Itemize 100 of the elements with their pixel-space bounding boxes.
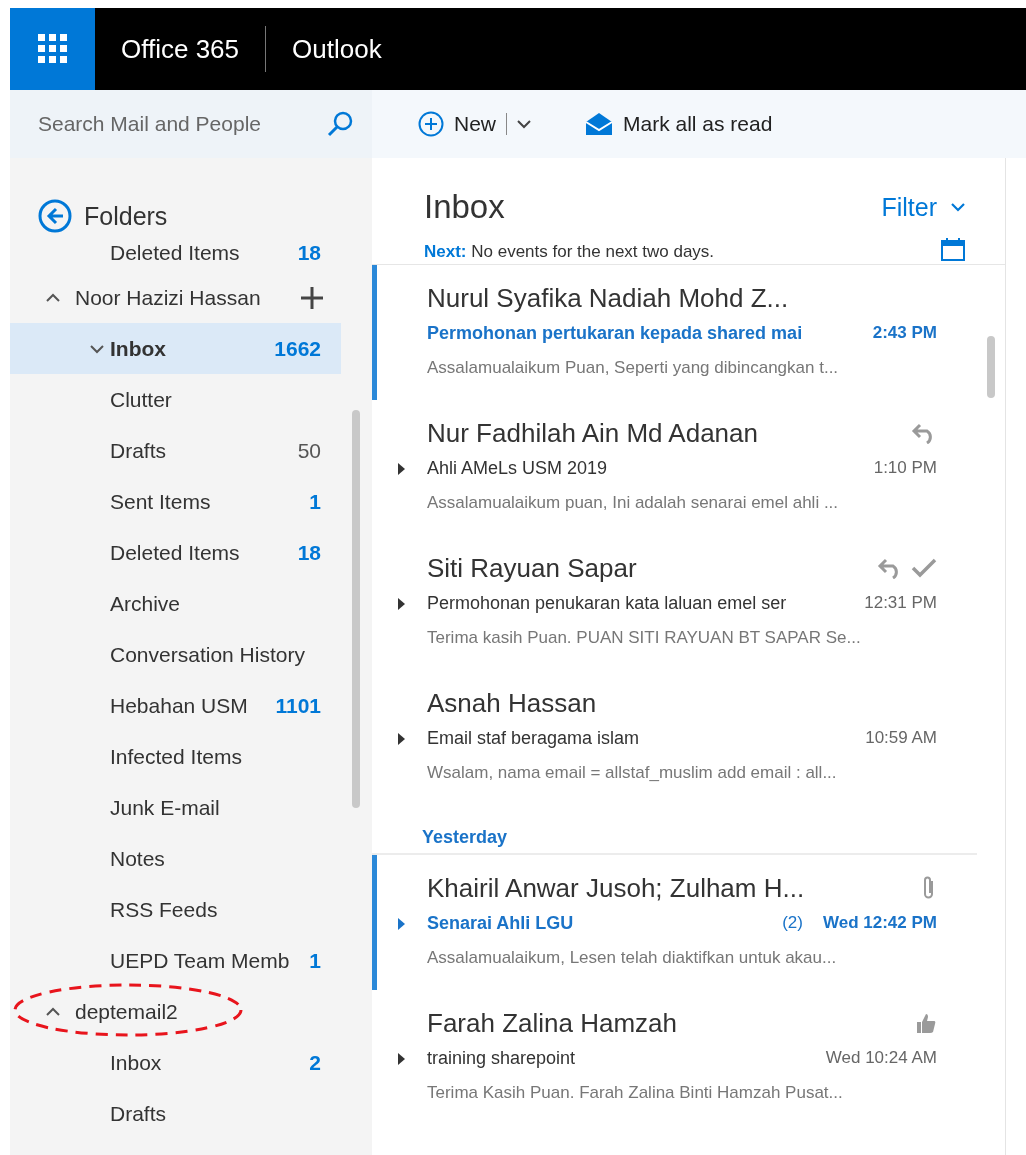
- mark-all-read-button[interactable]: Mark all as read: [585, 112, 773, 136]
- folder-name: Inbox: [110, 1050, 162, 1075]
- folder-name: Archive: [110, 591, 181, 616]
- folder-name: Hebahan USM: [110, 693, 248, 718]
- scrollbar-thumb[interactable]: [352, 410, 360, 808]
- folder-item[interactable]: Sent Items 1: [10, 476, 341, 527]
- unread-count: 18: [297, 540, 321, 565]
- account-header[interactable]: deptemail2: [10, 986, 341, 1037]
- filter-button[interactable]: Filter: [881, 192, 965, 222]
- message-time: 1:10 PM: [873, 458, 937, 478]
- message-time: Wed 12:42 PM: [823, 913, 937, 933]
- unread-count: 50: [297, 438, 321, 463]
- folder-item[interactable]: Drafts 50: [10, 425, 341, 476]
- folder-name: UEPD Team Memb: [110, 948, 290, 973]
- folder-item[interactable]: Notes: [10, 833, 341, 884]
- message-subject: Senarai Ahli LGU: [427, 912, 574, 934]
- folder-name: Sent Items: [110, 489, 211, 514]
- folder-item[interactable]: Archive: [10, 578, 341, 629]
- message-time: Wed 10:24 AM: [825, 1048, 937, 1068]
- expand-triangle-icon[interactable]: [397, 732, 406, 746]
- folder-name: Clutter: [110, 387, 172, 412]
- folder-item[interactable]: Hebahan USM 1101: [10, 680, 341, 731]
- chevron-up-icon: [46, 292, 60, 303]
- search-input[interactable]: Search Mail and People: [36, 111, 320, 137]
- folder-name: Drafts: [110, 1101, 166, 1126]
- unread-count: 1662: [274, 336, 321, 361]
- folder-name: Deleted Items: [110, 540, 240, 565]
- sender-name: Farah Zalina Hamzah: [427, 1007, 677, 1039]
- sender-name: Asnah Hassan: [427, 687, 597, 719]
- folder-item[interactable]: Clutter: [10, 374, 341, 425]
- message-subject: Permohonan penukaran kata laluan emel ser: [427, 592, 787, 614]
- plus-circle-icon: [418, 111, 444, 137]
- date-group-header: Yesterday: [422, 827, 508, 847]
- message-item[interactable]: Farah Zalina Hamzah training sharepoint Wed 10:24 AM Terima Kasih Puan. Farah Zalina Binti Hamzah Pusat...: [372, 990, 977, 1125]
- scrollbar-thumb[interactable]: [987, 336, 995, 398]
- unread-count: 1: [309, 489, 321, 514]
- message-time: 12:31 PM: [864, 593, 937, 613]
- folder-item[interactable]: UEPD Team Memb 1: [10, 935, 341, 986]
- message-item[interactable]: Khairil Anwar Jusoh; Zulham H... Senarai Ahli LGU (2) Wed 12:42 PM Assalamualaikum, Lesen telah diaktifkan untuk akau...: [372, 855, 977, 990]
- search-icon[interactable]: [326, 110, 354, 138]
- folder-item[interactable]: Junk E-mail: [10, 782, 341, 833]
- message-subject: training sharepoint: [427, 1047, 576, 1069]
- account-name: deptemail2: [75, 999, 178, 1024]
- folder-item[interactable]: Conversation History: [10, 629, 341, 680]
- message-subject: Permohonan pertukaran kepada shared mai: [427, 322, 803, 344]
- product-name: Office 365: [120, 33, 241, 65]
- message-item[interactable]: Nur Fadhilah Ain Md Adanan Ahli AMeLs USM 2019 1:10 PM Assalamualaikum puan, Ini adalah senarai emel ahli ...: [372, 400, 977, 535]
- unread-count: 1: [309, 948, 321, 973]
- message-subject: Ahli AMeLs USM 2019: [427, 457, 608, 479]
- message-preview: Terima Kasih Puan. Farah Zalina Binti Hamzah Pusat...: [427, 1083, 843, 1103]
- app-name: Outlook: [291, 33, 383, 65]
- expand-triangle-icon[interactable]: [397, 1052, 406, 1066]
- message-subject: Email staf beragama islam: [427, 727, 640, 749]
- sender-name: Khairil Anwar Jusoh; Zulham H...: [427, 872, 805, 904]
- folder-item[interactable]: Inbox 1662: [10, 323, 341, 374]
- folder-name: RSS Feeds: [110, 897, 218, 922]
- folder-name: Conversation History: [110, 642, 305, 667]
- message-item[interactable]: Asnah Hassan Email staf beragama islam 10:59 AM Wsalam, nama email = allstaf_muslim add email : all...: [372, 670, 977, 805]
- folder-item[interactable]: Inbox 2: [10, 1037, 341, 1088]
- unread-count: 1101: [275, 693, 321, 718]
- account-name: Noor Hazizi Hassan: [75, 285, 261, 310]
- account-header[interactable]: Noor Hazizi Hassan: [10, 272, 341, 323]
- waffle-icon: [37, 34, 68, 64]
- chevron-down-icon: [517, 119, 531, 129]
- unread-count: 18: [297, 241, 321, 265]
- calendar-icon[interactable]: [941, 237, 965, 261]
- app-launcher-button[interactable]: [10, 8, 95, 90]
- folder-item[interactable]: RSS Feeds: [10, 884, 341, 935]
- folder-name: Notes: [110, 846, 165, 871]
- folder-item[interactable]: Deleted Items 18: [10, 234, 341, 272]
- message-item[interactable]: Nurul Syafika Nadiah Mohd Z... Permohonan pertukaran kepada shared mai 2:43 PM Assalamualaikum Puan, Seperti yang dibincangkan t...: [372, 265, 977, 400]
- folder-item[interactable]: Drafts: [10, 1088, 341, 1139]
- message-time: 10:59 AM: [865, 728, 937, 748]
- folder-item[interactable]: Infected Items: [10, 731, 341, 782]
- agenda-text: Next: No events for the next two days.: [424, 242, 715, 262]
- message-item[interactable]: Siti Rayuan Sapar Permohonan penukaran kata laluan emel ser 12:31 PM Terima kasih Puan. PUAN SITI RAYUAN BT SAPAR Se...: [372, 535, 977, 670]
- folder-name: Drafts: [110, 438, 166, 463]
- folder-title: Inbox: [424, 188, 505, 226]
- folders-heading: Folders: [84, 201, 168, 231]
- add-icon[interactable]: [301, 286, 323, 309]
- new-button[interactable]: New: [418, 111, 531, 137]
- message-time: 2:43 PM: [872, 323, 937, 343]
- unread-count: 2: [309, 1050, 321, 1075]
- chevron-up-icon: [46, 1006, 60, 1017]
- expand-triangle-icon[interactable]: [397, 597, 406, 611]
- sender-name: Nur Fadhilah Ain Md Adanan: [427, 417, 758, 449]
- sender-name: Nurul Syafika Nadiah Mohd Z...: [427, 282, 789, 314]
- sender-name: Siti Rayuan Sapar: [427, 552, 637, 584]
- expand-triangle-icon[interactable]: [397, 462, 406, 476]
- message-preview: Wsalam, nama email = allstaf_muslim add email : all...: [427, 763, 837, 783]
- folder-name: Deleted Items: [110, 241, 240, 265]
- chevron-down-icon: [951, 202, 965, 212]
- folder-item[interactable]: Deleted Items 18: [10, 527, 341, 578]
- chevron-down-icon: [90, 343, 104, 354]
- folder-name: Inbox: [110, 336, 166, 361]
- message-preview: Assalamualaikum Puan, Seperti yang dibincangkan t...: [427, 358, 839, 378]
- message-preview: Assalamualaikum puan, Ini adalah senarai emel ahli ...: [427, 493, 839, 513]
- open-envelope-icon: [585, 112, 613, 136]
- search-field[interactable]: Search Mail and People: [10, 90, 372, 158]
- message-preview: Terima kasih Puan. PUAN SITI RAYUAN BT SAPAR Se...: [427, 628, 861, 648]
